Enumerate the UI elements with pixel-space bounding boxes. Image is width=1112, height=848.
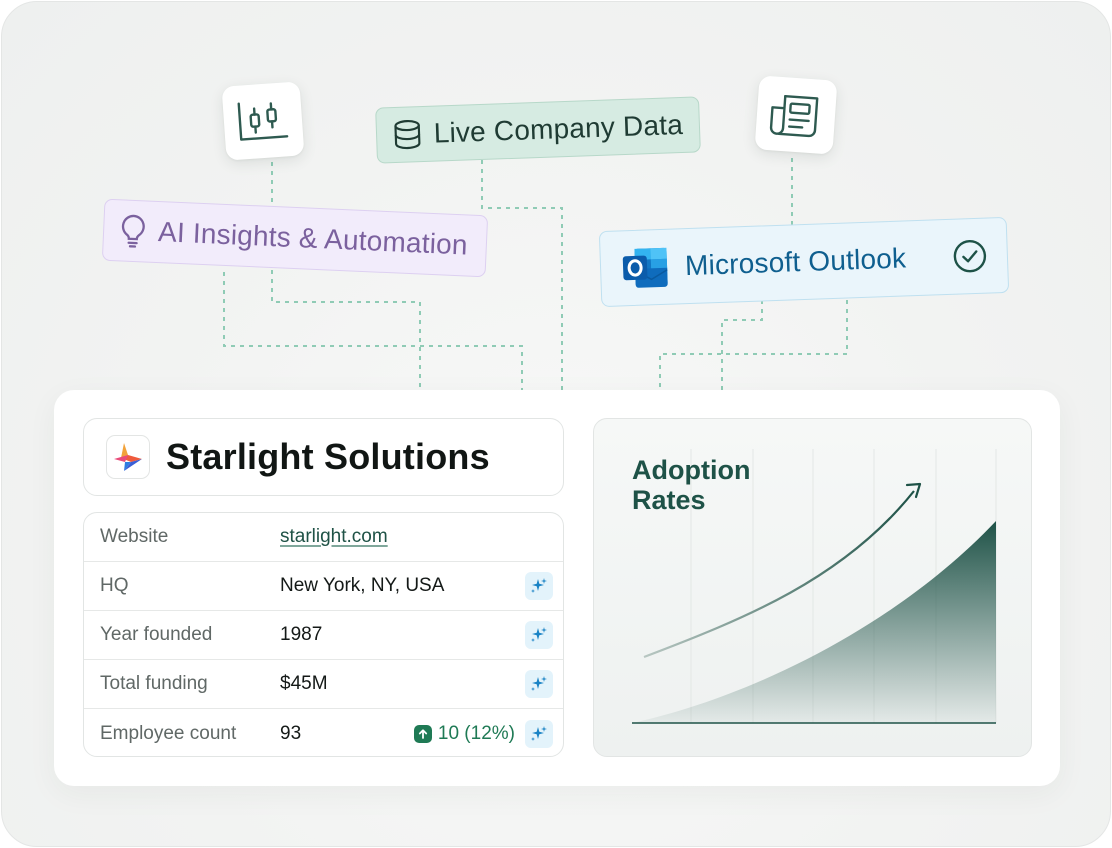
sparkle-icon	[531, 627, 547, 642]
starlight-logo	[106, 435, 150, 479]
detail-row-employee-count: Employee count 93 10 (12%)	[84, 709, 563, 756]
detail-value: 1987	[280, 624, 323, 645]
detail-key: Website	[100, 526, 169, 547]
detail-value: 93	[280, 722, 302, 744]
candlestick-chart-icon	[237, 102, 289, 141]
newspaper-card[interactable]	[754, 75, 838, 155]
trend-arrow-head	[905, 482, 922, 499]
detail-key: HQ	[100, 575, 129, 596]
company-header: Starlight Solutions	[83, 418, 564, 496]
enrich-button[interactable]	[525, 621, 553, 649]
adoption-chart-card: Adoption Rates	[593, 418, 1032, 757]
detail-value: $45M	[280, 673, 328, 694]
live-company-data-label: Live Company Data	[433, 108, 684, 149]
microsoft-outlook-label: Microsoft Outlook	[684, 242, 907, 282]
enrich-button[interactable]	[525, 572, 553, 600]
website-link[interactable]: starlight.com	[280, 526, 388, 548]
employee-growth-value: 10 (12%)	[437, 722, 515, 744]
microsoft-outlook-chip[interactable]: Microsoft Outlook	[598, 216, 1010, 308]
detail-key: Year founded	[100, 624, 213, 645]
arrow-up-icon	[413, 724, 432, 743]
outlook-logo	[622, 247, 668, 288]
company-name: Starlight Solutions	[166, 436, 490, 477]
company-details-table: Website starlight.com HQ New York, NY, U…	[83, 512, 564, 757]
detail-row-website: Website starlight.com	[84, 513, 563, 562]
enrich-button[interactable]	[525, 719, 553, 748]
area-series	[632, 521, 996, 723]
detail-row-total-funding: Total funding $45M	[84, 660, 563, 709]
chart-title: Adoption Rates	[632, 455, 751, 515]
check-circle-icon	[953, 240, 987, 273]
sparkle-icon	[531, 725, 547, 741]
canvas-frame: Live Company Data AI Insights & Automati…	[1, 1, 1111, 847]
lightbulb-icon	[121, 214, 145, 248]
detail-row-hq: HQ New York, NY, USA	[84, 562, 563, 611]
database-icon	[394, 120, 421, 150]
sparkle-icon	[531, 578, 547, 593]
detail-key: Total funding	[100, 673, 208, 694]
ai-insights-label: AI Insights & Automation	[157, 216, 469, 261]
enrich-button[interactable]	[525, 670, 553, 698]
candlestick-chart-card[interactable]	[221, 81, 305, 161]
newspaper-icon	[769, 95, 819, 138]
detail-row-year-founded: Year founded 1987	[84, 611, 563, 660]
employee-growth-badge: 10 (12%)	[413, 722, 515, 745]
detail-key: Employee count	[100, 722, 237, 744]
sparkle-icon	[531, 676, 547, 691]
live-company-data-chip[interactable]: Live Company Data	[375, 96, 701, 164]
detail-value: New York, NY, USA	[280, 575, 445, 596]
